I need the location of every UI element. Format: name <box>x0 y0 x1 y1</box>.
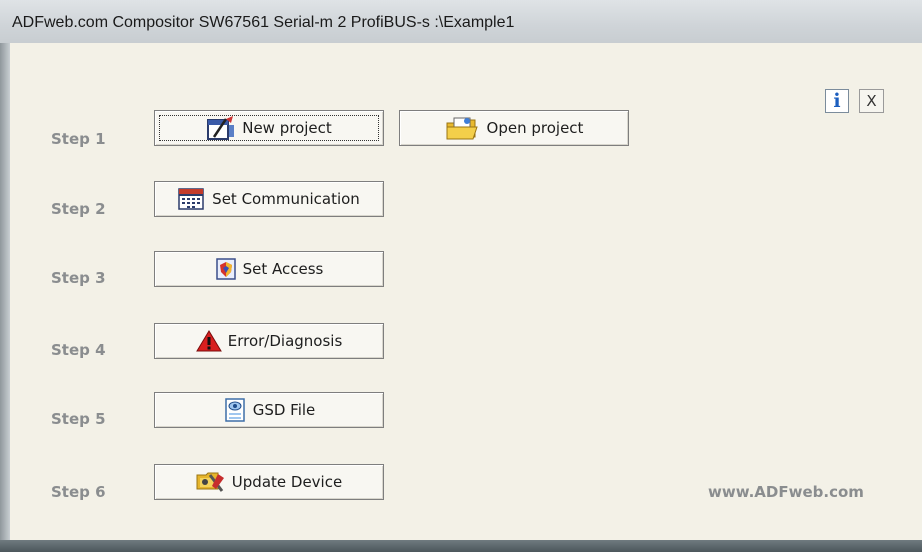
update-tools-icon <box>196 472 224 492</box>
step-3-label: Step 3 <box>51 269 106 287</box>
step-2-label: Step 2 <box>51 200 106 218</box>
access-shield-icon <box>215 258 236 280</box>
step-5-label: Step 5 <box>51 410 106 428</box>
folder-icon <box>446 117 478 140</box>
communication-table-icon <box>178 188 204 210</box>
gsd-file-label: GSD File <box>252 401 316 419</box>
set-access-label: Set Access <box>242 260 324 278</box>
window-title: ADFweb.com Compositor SW67561 Serial-m 2… <box>12 14 515 31</box>
gsd-file-button[interactable]: GSD File <box>154 392 384 428</box>
window-bottom-edge <box>0 540 922 552</box>
info-button[interactable]: i <box>825 89 849 113</box>
new-project-icon <box>207 116 235 140</box>
title-bar[interactable]: ADFweb.com Compositor SW67561 Serial-m 2… <box>0 0 922 44</box>
step-4-label: Step 4 <box>51 341 106 359</box>
main-panel: i X Step 1 Step 2 Step 3 Step 4 Step 5 S… <box>10 43 922 540</box>
error-diagnosis-button[interactable]: Error/Diagnosis <box>154 323 384 359</box>
warning-icon <box>195 330 222 352</box>
open-project-label: Open project <box>486 119 584 137</box>
website-label: www.ADFweb.com <box>708 483 864 501</box>
gsd-file-icon <box>224 398 245 422</box>
application-window: ADFweb.com Compositor SW67561 Serial-m 2… <box>0 0 922 552</box>
step-1-label: Step 1 <box>51 130 106 148</box>
error-diagnosis-label: Error/Diagnosis <box>227 332 343 350</box>
set-access-button[interactable]: Set Access <box>154 251 384 287</box>
update-device-button[interactable]: Update Device <box>154 464 384 500</box>
new-project-button[interactable]: New project <box>154 110 384 146</box>
close-button[interactable]: X <box>859 89 884 113</box>
set-communication-label: Set Communication <box>212 190 360 208</box>
info-icon: i <box>833 90 841 112</box>
close-icon: X <box>866 92 877 110</box>
open-project-button[interactable]: Open project <box>399 110 629 146</box>
new-project-label: New project <box>242 119 332 137</box>
update-device-label: Update Device <box>231 473 343 491</box>
step-6-label: Step 6 <box>51 483 106 501</box>
set-communication-button[interactable]: Set Communication <box>154 181 384 217</box>
window-left-edge <box>0 43 10 552</box>
